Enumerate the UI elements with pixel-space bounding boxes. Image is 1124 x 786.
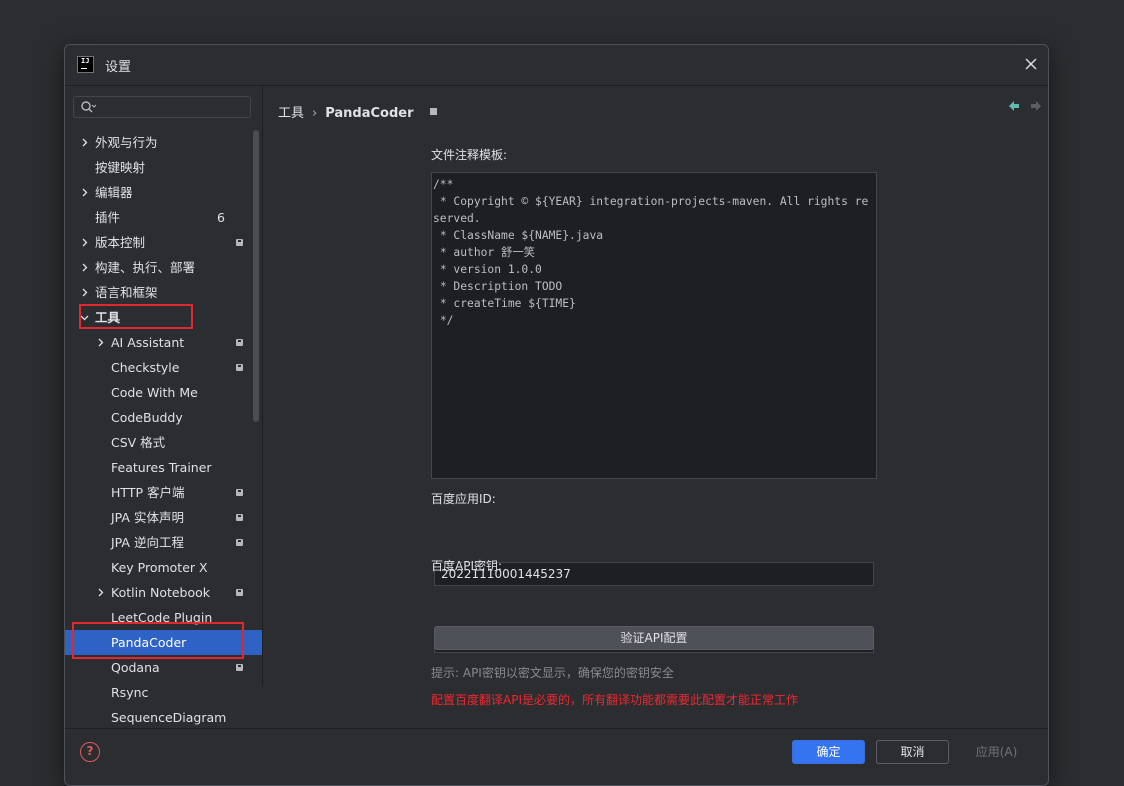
hint-text: 提示: API密钥以密文显示，确保您的密钥安全	[431, 666, 674, 680]
highlight-box-pandacoder	[72, 622, 244, 659]
sidebar-item-label: Kotlin Notebook	[111, 585, 211, 600]
sidebar-item[interactable]: 外观与行为	[65, 130, 262, 155]
lock-icon	[236, 489, 243, 496]
sidebar-item[interactable]: Rsync	[65, 680, 262, 705]
dialog-title: 设置	[105, 60, 132, 75]
chevron-right-icon[interactable]	[95, 580, 105, 605]
sidebar-item-label: AI Assistant	[111, 335, 185, 350]
close-icon[interactable]	[1020, 53, 1042, 75]
sidebar-scrollbar[interactable]	[253, 130, 259, 422]
sidebar-item-label: CodeBuddy	[111, 410, 183, 425]
sidebar-item-label: Checkstyle	[111, 360, 180, 375]
ok-button[interactable]: 确定	[792, 740, 865, 764]
verify-api-button[interactable]: 验证API配置	[434, 626, 874, 650]
sidebar-item-label: SequenceDiagram	[111, 710, 227, 725]
sidebar-item-label: 插件	[95, 210, 121, 225]
sidebar-item[interactable]: SequenceDiagram	[65, 705, 262, 730]
apply-button[interactable]: 应用(A)	[960, 740, 1033, 764]
lock-icon	[236, 239, 243, 246]
highlight-box-tools	[79, 304, 193, 329]
title-bar: IJ 设置	[65, 45, 1048, 86]
lock-icon	[236, 514, 243, 521]
sidebar-item[interactable]: Code With Me	[65, 380, 262, 405]
sidebar-item-label: JPA 逆向工程	[111, 535, 184, 550]
lock-icon	[236, 589, 243, 596]
chevron-right-icon[interactable]	[79, 280, 89, 305]
sidebar-item[interactable]: AI Assistant	[65, 330, 262, 355]
cancel-button[interactable]: 取消	[876, 740, 949, 764]
app-id-label: 百度应用ID:	[431, 492, 496, 506]
sidebar-item[interactable]: JPA 实体声明	[65, 505, 262, 530]
chevron-right-icon[interactable]	[79, 255, 89, 280]
sidebar-item[interactable]: 编辑器	[65, 180, 262, 205]
lock-icon	[236, 664, 243, 671]
sidebar-item[interactable]: Kotlin Notebook	[65, 580, 262, 605]
sidebar-item-label: CSV 格式	[111, 435, 166, 450]
plugin-count-badge: 6	[217, 210, 225, 225]
sidebar-item[interactable]: CSV 格式	[65, 430, 262, 455]
sidebar-item[interactable]: 按键映射	[65, 155, 262, 180]
breadcrumb-current: PandaCoder	[325, 106, 414, 121]
sidebar-item-label: 外观与行为	[95, 135, 158, 150]
chevron-right-icon[interactable]	[79, 130, 89, 155]
sidebar-item-label: 构建、执行、部署	[95, 260, 196, 275]
help-icon[interactable]: ?	[80, 742, 100, 762]
sidebar-item-label: JPA 实体声明	[111, 510, 184, 525]
breadcrumb: 工具 › PandaCoder	[278, 102, 437, 121]
sidebar-item[interactable]: Features Trainer	[65, 455, 262, 480]
settings-search-input[interactable]	[73, 96, 251, 118]
sidebar-item-label: Features Trainer	[111, 460, 212, 475]
sidebar-item[interactable]: Key Promoter X	[65, 555, 262, 580]
breadcrumb-separator: ›	[312, 106, 318, 121]
sidebar-item-label: HTTP 客户端	[111, 485, 185, 500]
sidebar-item-label: Rsync	[111, 685, 149, 700]
sidebar-item[interactable]: 版本控制	[65, 230, 262, 255]
sidebar-item[interactable]: 构建、执行、部署	[65, 255, 262, 280]
sidebar-item-label: 版本控制	[95, 235, 146, 250]
lock-icon	[236, 339, 243, 346]
search-icon	[81, 101, 96, 113]
sidebar-item-label: Code With Me	[111, 385, 198, 400]
lock-icon	[429, 108, 437, 115]
sidebar-item-label: Key Promoter X	[111, 560, 208, 575]
sidebar-item[interactable]: Checkstyle	[65, 355, 262, 380]
template-textarea[interactable]: /** * Copyright © ${YEAR} integration-pr…	[431, 172, 877, 479]
lock-icon	[236, 539, 243, 546]
sidebar-item[interactable]: HTTP 客户端	[65, 480, 262, 505]
dialog-footer: ? 确定 取消 应用(A)	[65, 728, 1048, 785]
settings-sidebar: 外观与行为 按键映射 编辑器 插件 6 版本控制 构建、执行、部署 语言和框架 工具 AI Ass…	[65, 86, 263, 725]
sidebar-item[interactable]: 语言和框架	[65, 280, 262, 305]
breadcrumb-root[interactable]: 工具	[278, 106, 304, 121]
back-arrow-icon[interactable]	[1008, 100, 1020, 112]
intellij-logo-icon: IJ	[77, 56, 94, 73]
sidebar-item-label: 按键映射	[95, 160, 146, 175]
settings-dialog: IJ 设置 外观与行为按键映射编辑器插件 6 版本控制构建、执行、部署 语言和框架 工具…	[64, 44, 1049, 786]
chevron-right-icon[interactable]	[95, 330, 105, 355]
template-label: 文件注释模板:	[431, 148, 508, 162]
navigation-arrows	[1008, 100, 1042, 112]
sidebar-item-label: 编辑器	[95, 185, 133, 200]
warning-text: 配置百度翻译API是必要的，所有翻译功能都需要此配置才能正常工作	[431, 693, 798, 707]
sidebar-item[interactable]: JPA 逆向工程	[65, 530, 262, 555]
settings-content: 工具 › PandaCoder 文件注释模板: /** * Copyright © …	[263, 86, 1048, 707]
forward-arrow-icon[interactable]	[1030, 100, 1042, 112]
sidebar-item[interactable]: 插件 6	[65, 205, 262, 230]
chevron-right-icon[interactable]	[79, 230, 89, 255]
api-key-label: 百度API密钥:	[431, 559, 503, 573]
lock-icon	[236, 364, 243, 371]
sidebar-item[interactable]: CodeBuddy	[65, 405, 262, 430]
chevron-right-icon[interactable]	[79, 180, 89, 205]
sidebar-item-label: 语言和框架	[95, 285, 158, 300]
